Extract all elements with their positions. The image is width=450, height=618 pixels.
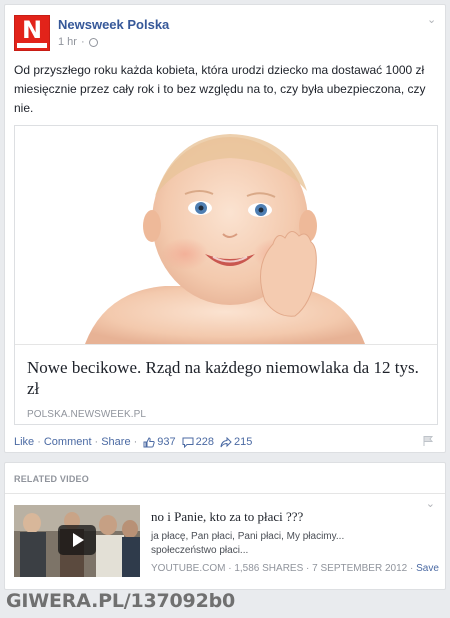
baby-photo[interactable] — [15, 126, 437, 344]
post-meta: 1 hr · — [58, 36, 98, 48]
save-button[interactable]: Save — [416, 563, 439, 574]
share-arrow-icon — [220, 436, 232, 447]
globe-icon — [88, 37, 98, 47]
action-separator: · — [133, 436, 138, 448]
share-count[interactable]: 215 — [220, 436, 252, 448]
like-count-value: 937 — [157, 436, 176, 448]
comment-icon — [182, 437, 194, 448]
link-preview-body: Nowe becikowe. Rząd na każdego niemowlak… — [15, 344, 437, 424]
like-count[interactable]: 937 — [143, 436, 176, 448]
chevron-down-icon[interactable]: ⌄ — [427, 15, 439, 26]
thumbs-up-icon — [143, 436, 155, 447]
video-description: ja płacę, Pan płaci, Pani płaci, My płac… — [151, 531, 345, 556]
logo-letter: N — [21, 16, 43, 44]
link-title[interactable]: Nowe becikowe. Rząd na każdego niemowlak… — [27, 357, 427, 399]
related-video-card: RELATED VIDEO ⌄ no i Panie, kto za to pł… — [4, 462, 446, 590]
comment-button[interactable]: Comment — [44, 436, 92, 448]
comment-count[interactable]: 228 — [182, 436, 214, 448]
logo-underline — [17, 43, 47, 48]
share-button[interactable]: Share — [101, 436, 130, 448]
newsweek-logo[interactable]: N — [14, 15, 50, 51]
flag-icon[interactable] — [422, 435, 434, 447]
comment-count-value: 228 — [195, 436, 214, 448]
action-separator: · — [37, 436, 41, 448]
post-card: N Newsweek Polska 1 hr · ⌄ Od przyszłego… — [4, 4, 446, 453]
link-domain: POLSKA.NEWSWEEK.PL — [27, 409, 147, 420]
baby-photo-illustration — [15, 126, 437, 344]
watermark-text: GIWERA.PL/137092b0 — [6, 590, 236, 612]
page: N Newsweek Polska 1 hr · ⌄ Od przyszłego… — [0, 0, 450, 618]
divider — [5, 493, 445, 494]
video-title[interactable]: no i Panie, kto za to płaci ??? — [151, 509, 303, 525]
video-source-meta: YOUTUBE.COM · 1,586 SHARES · 7 SEPTEMBER… — [151, 563, 408, 574]
chevron-down-icon[interactable]: ⌄ — [426, 497, 435, 510]
action-separator: · — [94, 436, 99, 448]
video-meta: YOUTUBE.COM · 1,586 SHARES · 7 SEPTEMBER… — [151, 563, 439, 574]
post-text: Od przyszłego roku każda kobieta, która … — [14, 63, 426, 115]
play-icon[interactable] — [58, 525, 96, 555]
post-time[interactable]: 1 hr — [58, 36, 77, 48]
related-video-header: RELATED VIDEO — [14, 474, 89, 484]
video-thumbnail[interactable] — [14, 505, 140, 577]
like-button[interactable]: Like — [14, 436, 34, 448]
link-preview[interactable]: Nowe becikowe. Rząd na każdego niemowlak… — [14, 125, 438, 425]
meta-separator: · — [80, 36, 85, 48]
post-actions: Like · Comment · Share · 937 228 215 — [14, 433, 438, 451]
post-header: N Newsweek Polska 1 hr · — [14, 15, 434, 55]
share-count-value: 215 — [233, 436, 253, 448]
page-name-link[interactable]: Newsweek Polska — [58, 17, 169, 32]
